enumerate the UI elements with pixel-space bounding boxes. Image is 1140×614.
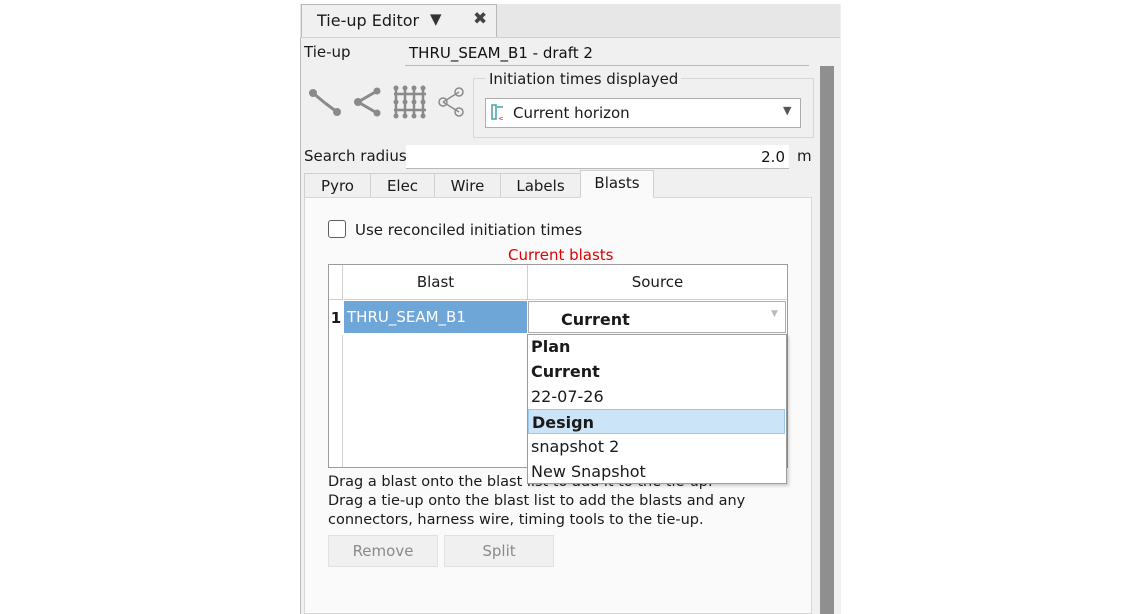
tab-menu-icon[interactable]: ▼ <box>430 10 442 28</box>
grid-connect-icon[interactable] <box>392 84 428 120</box>
search-radius-input[interactable]: 2.0 <box>406 145 789 169</box>
chevron-down-icon[interactable]: ▼ <box>783 104 791 117</box>
dropdown-option-snapshot-2[interactable]: snapshot 2 <box>528 434 785 459</box>
connect-nodes-icon[interactable] <box>308 86 342 118</box>
blast-cell[interactable]: THRU_SEAM_B1 <box>344 301 527 333</box>
search-radius-unit: m <box>797 147 812 165</box>
initiation-group-title: Initiation times displayed <box>486 70 682 88</box>
tab-wire[interactable]: Wire <box>434 173 501 198</box>
table-corner <box>329 265 343 300</box>
fan-out-icon[interactable] <box>352 86 382 118</box>
horizon-icon: < <box>491 104 503 120</box>
column-header-source[interactable]: Source <box>528 265 787 300</box>
tieup-name-field[interactable]: THRU_SEAM_B1 - draft 2 <box>405 42 809 66</box>
tab-labels[interactable]: Labels <box>500 173 581 198</box>
dropdown-option-plan[interactable]: Plan <box>528 334 785 359</box>
help-line-3: connectors, harness wire, timing tools t… <box>328 512 704 528</box>
table-caption: Current blasts <box>508 246 614 264</box>
tab-blasts[interactable]: Blasts <box>580 170 654 198</box>
column-header-blast[interactable]: Blast <box>344 265 528 300</box>
tieup-label: Tie-up <box>304 43 351 61</box>
svg-text:<: < <box>498 114 503 120</box>
dropdown-option-new-snapshot[interactable]: New Snapshot <box>528 459 785 484</box>
tab-pyro[interactable]: Pyro <box>304 173 371 198</box>
close-icon[interactable]: ✖ <box>473 9 487 29</box>
dock-tab-title: Tie-up Editor <box>317 11 420 30</box>
use-reconciled-label: Use reconciled initiation times <box>355 221 583 239</box>
share-icon[interactable] <box>436 86 466 118</box>
dropdown-option-date[interactable]: 22-07-26 <box>528 384 785 409</box>
dropdown-option-current[interactable]: Current <box>528 359 785 384</box>
split-button[interactable]: Split <box>444 535 554 567</box>
initiation-combo-value: Current horizon <box>513 104 630 122</box>
help-line-2: Drag a tie-up onto the blast list to add… <box>328 493 746 509</box>
tab-elec[interactable]: Elec <box>370 173 435 198</box>
search-radius-label: Search radius <box>304 147 407 165</box>
source-combo-value: Current <box>561 310 630 329</box>
dropdown-option-design[interactable]: Design <box>528 409 785 434</box>
remove-button[interactable]: Remove <box>328 535 438 567</box>
chevron-down-icon[interactable]: ▼ <box>771 309 778 319</box>
row-header[interactable]: 1 <box>329 301 343 335</box>
scrollbar-thumb[interactable] <box>820 66 834 614</box>
use-reconciled-checkbox[interactable] <box>328 220 346 238</box>
